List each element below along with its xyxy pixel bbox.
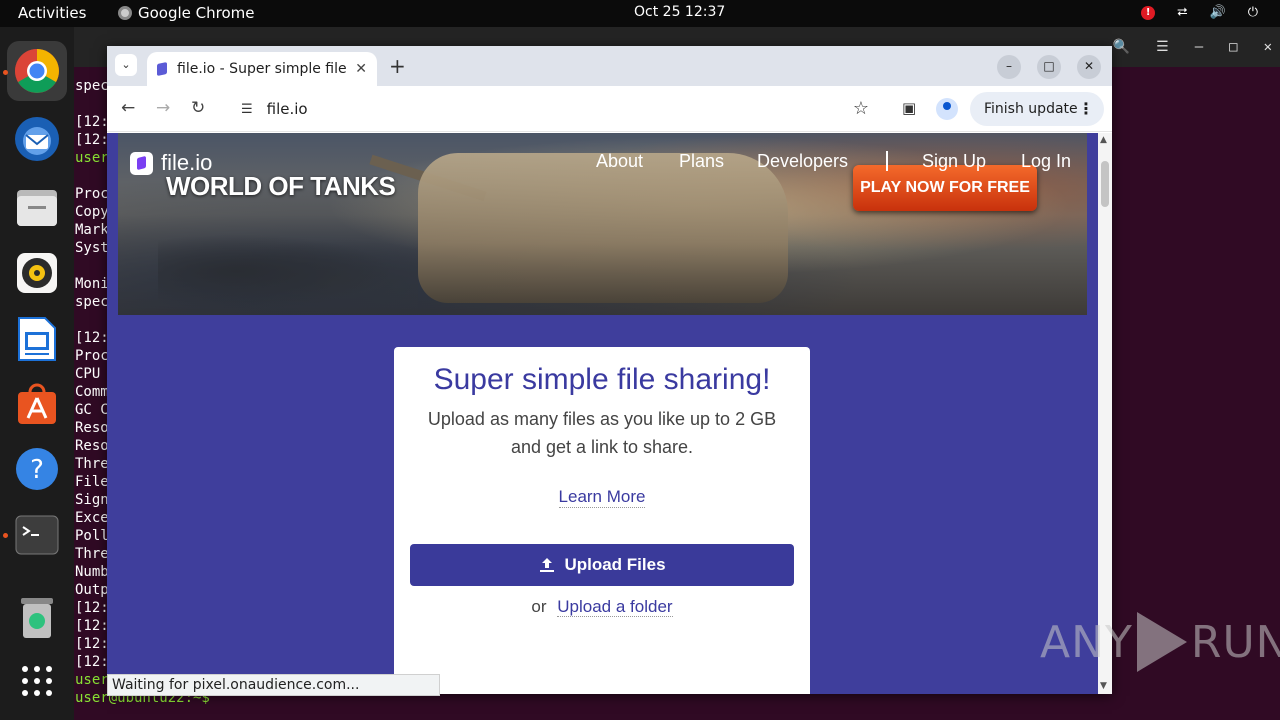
upload-files-label: Upload Files <box>564 555 666 574</box>
chrome-window[interactable]: ⌄ file.io - Super simple file ✕ + – □ ✕ … <box>107 46 1112 696</box>
close-icon[interactable]: ✕ <box>355 61 367 77</box>
document-icon <box>18 317 56 361</box>
dock: ? <box>0 27 74 720</box>
volume-icon[interactable]: 🔊 <box>1210 5 1226 20</box>
tab-fileio[interactable]: file.io - Super simple file ✕ <box>147 52 377 86</box>
app-name: Google Chrome <box>138 4 255 22</box>
nav-developers[interactable]: Developers <box>757 151 848 172</box>
activities-button[interactable]: Activities <box>18 4 86 22</box>
watermark-text-left: ANY <box>1040 616 1133 668</box>
back-arrow-icon[interactable]: ← <box>121 98 135 118</box>
terminal-window-controls[interactable]: 🔍 ☰ – □ ✕ <box>1113 39 1272 55</box>
dock-help[interactable]: ? <box>7 439 67 499</box>
upload-icon <box>540 558 555 572</box>
status-bubble: Waiting for pixel.onaudience.com... <box>107 674 440 696</box>
url-text[interactable]: file.io <box>267 100 308 118</box>
nav-divider <box>886 151 888 171</box>
dock-terminal[interactable] <box>7 505 67 565</box>
upload-files-button[interactable]: Upload Files <box>410 544 794 586</box>
dock-chrome[interactable] <box>7 41 67 101</box>
upload-folder-link[interactable]: Upload a folder <box>557 597 673 617</box>
site-info-icon[interactable]: ☰ <box>241 102 253 117</box>
card-description: Upload as many files as you like up to 2… <box>394 405 810 461</box>
dock-trash[interactable] <box>7 587 67 647</box>
software-store-icon <box>18 383 56 424</box>
top-bar: Activities Google Chrome Oct 25 12:37 ! … <box>0 0 1280 27</box>
dock-writer[interactable] <box>7 309 67 369</box>
nav-about[interactable]: About <box>596 151 643 172</box>
bookmark-star-icon[interactable]: ☆ <box>853 98 869 119</box>
dock-rhythmbox[interactable] <box>7 243 67 303</box>
side-panel-icon[interactable]: ▣ <box>902 99 916 117</box>
alert-icon[interactable]: ! <box>1141 5 1156 20</box>
site-nav: file.io About Plans Developers Sign Up L… <box>107 133 1112 189</box>
svg-text:?: ? <box>30 455 44 485</box>
card-description-line-1: Upload as many files as you like up to 2… <box>427 409 777 429</box>
maximize-icon[interactable]: □ <box>1229 39 1237 55</box>
scroll-down-arrow-icon[interactable]: ▼ <box>1100 681 1107 691</box>
fileio-logo-text: file.io <box>161 150 213 175</box>
scroll-up-arrow-icon[interactable]: ▲ <box>1100 135 1107 145</box>
new-tab-button[interactable]: + <box>389 54 406 78</box>
close-icon[interactable]: ✕ <box>1264 39 1272 55</box>
trash-icon <box>21 598 53 638</box>
chrome-icon <box>15 49 59 93</box>
or-text: or <box>531 597 547 616</box>
banner-soldiers-art <box>158 228 418 315</box>
profile-avatar-icon[interactable] <box>936 98 958 120</box>
chrome-icon <box>118 6 132 20</box>
forward-arrow-icon[interactable]: → <box>156 98 170 118</box>
menu-icon[interactable]: ☰ <box>1156 39 1169 55</box>
reload-icon[interactable]: ↻ <box>191 98 205 118</box>
upload-folder-line: or Upload a folder <box>394 597 810 617</box>
learn-more-link[interactable]: Learn More <box>558 487 646 508</box>
dock-show-apps[interactable] <box>7 651 67 711</box>
address-bar[interactable]: ☰ file.io ☆ <box>225 92 883 126</box>
tab-search-button[interactable]: ⌄ <box>115 54 137 76</box>
anyrun-watermark: ANY RUN <box>1040 612 1280 672</box>
upload-card: Super simple file sharing! Upload as man… <box>394 347 810 694</box>
card-description-line-2: and get a link to share. <box>510 437 694 457</box>
scrollbar-thumb[interactable] <box>1101 161 1109 207</box>
close-icon[interactable]: ✕ <box>1077 55 1101 79</box>
system-tray[interactable]: ! ⮂ 🔊 ⏻ <box>1141 5 1258 20</box>
fileio-logo[interactable]: file.io <box>130 150 212 176</box>
rhythmbox-icon <box>17 253 57 293</box>
page-title: Super simple file sharing! <box>433 363 771 396</box>
apps-grid-icon <box>22 666 52 696</box>
dock-thunderbird[interactable] <box>7 109 67 169</box>
maximize-icon[interactable]: □ <box>1037 55 1061 79</box>
fileio-favicon <box>157 61 167 77</box>
minimize-icon[interactable]: – <box>1195 39 1203 55</box>
watermark-text-right: RUN <box>1190 616 1280 668</box>
page-viewport: WORLD OF TANKS PLAY NOW FOR FREE file.io… <box>107 133 1112 694</box>
clock[interactable]: Oct 25 12:37 <box>634 4 725 20</box>
watermark-play-icon <box>1136 612 1187 672</box>
running-indicator <box>3 533 8 538</box>
folder-icon <box>17 190 57 226</box>
minimize-icon[interactable]: – <box>997 55 1021 79</box>
search-icon[interactable]: 🔍 <box>1113 39 1130 55</box>
dock-files[interactable] <box>7 177 67 237</box>
dock-software[interactable] <box>7 373 67 433</box>
power-icon[interactable]: ⏻ <box>1248 5 1258 20</box>
tab-title: file.io - Super simple file <box>177 61 347 77</box>
browser-toolbar: ← → ↻ ☰ file.io ☆ ▣ Finish update ⋮ <box>107 86 1112 132</box>
fileio-logo-icon <box>130 151 153 175</box>
terminal-icon <box>15 515 59 555</box>
finish-update-label: Finish update <box>984 101 1078 117</box>
help-icon: ? <box>16 448 58 490</box>
nav-log-in[interactable]: Log In <box>1021 151 1071 172</box>
more-menu-icon[interactable]: ⋮ <box>1078 99 1094 118</box>
app-menu[interactable]: Google Chrome <box>118 4 255 22</box>
thunderbird-icon <box>15 117 59 161</box>
nav-sign-up[interactable]: Sign Up <box>922 151 986 172</box>
finish-update-button[interactable]: Finish update ⋮ <box>970 92 1104 126</box>
network-icon[interactable]: ⮂ <box>1177 5 1187 20</box>
running-indicator <box>3 70 8 75</box>
nav-plans[interactable]: Plans <box>679 151 724 172</box>
tab-strip: ⌄ file.io - Super simple file ✕ + – □ ✕ <box>107 46 1112 86</box>
vertical-scrollbar[interactable]: ▲ ▼ <box>1098 133 1112 694</box>
